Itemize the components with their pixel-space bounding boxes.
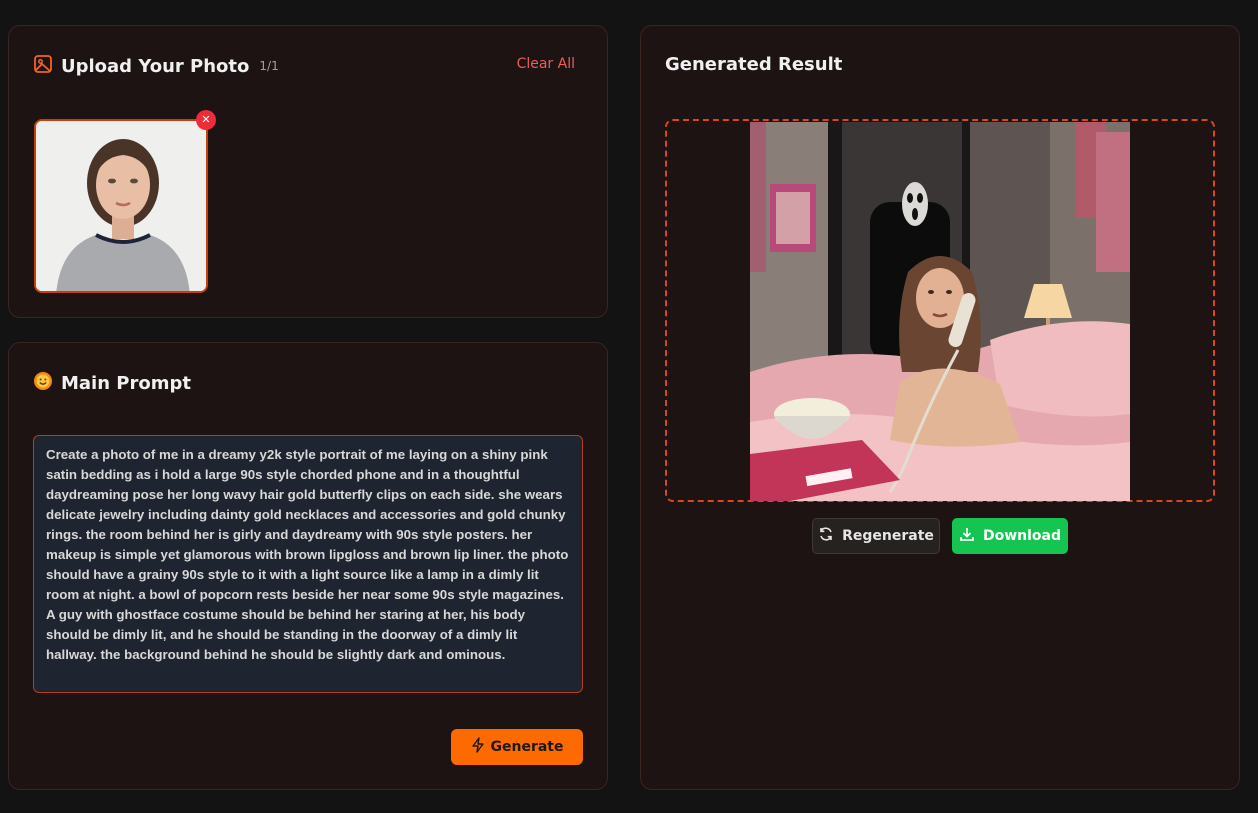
upload-panel: Upload Your Photo 1/1 Clear All ✕ (8, 25, 608, 318)
result-title: Generated Result (665, 54, 843, 75)
result-frame (665, 119, 1215, 502)
generate-label: Generate (490, 739, 564, 755)
lightning-icon (471, 737, 485, 757)
generate-button[interactable]: Generate (451, 729, 583, 765)
regenerate-button[interactable]: Regenerate (812, 518, 940, 554)
result-panel: Generated Result Regenerate Download (640, 25, 1240, 790)
generated-scene (750, 122, 1130, 501)
upload-count: 1/1 (259, 59, 279, 73)
result-header: Generated Result (665, 54, 842, 75)
clear-all-button[interactable]: Clear All (517, 56, 575, 72)
refresh-icon (818, 526, 834, 546)
remove-photo-button[interactable]: ✕ (196, 110, 216, 130)
prompt-title: Main Prompt (61, 372, 191, 394)
prompt-header: Main Prompt (33, 371, 191, 395)
upload-header: Upload Your Photo 1/1 (33, 54, 279, 78)
image-icon (33, 54, 53, 78)
prompt-textarea[interactable]: Create a photo of me in a dreamy y2k sty… (33, 435, 583, 693)
close-icon: ✕ (201, 113, 211, 126)
uploaded-photo-thumbnail[interactable] (34, 119, 208, 293)
download-button[interactable]: Download (952, 518, 1068, 554)
download-label: Download (982, 528, 1062, 544)
generated-image[interactable] (750, 122, 1130, 501)
portrait-image (36, 121, 206, 291)
smiley-icon (33, 371, 53, 395)
regenerate-label: Regenerate (842, 528, 934, 544)
prompt-panel: Main Prompt Create a photo of me in a dr… (8, 342, 608, 790)
upload-title: Upload Your Photo (61, 55, 250, 77)
download-icon (959, 526, 975, 546)
